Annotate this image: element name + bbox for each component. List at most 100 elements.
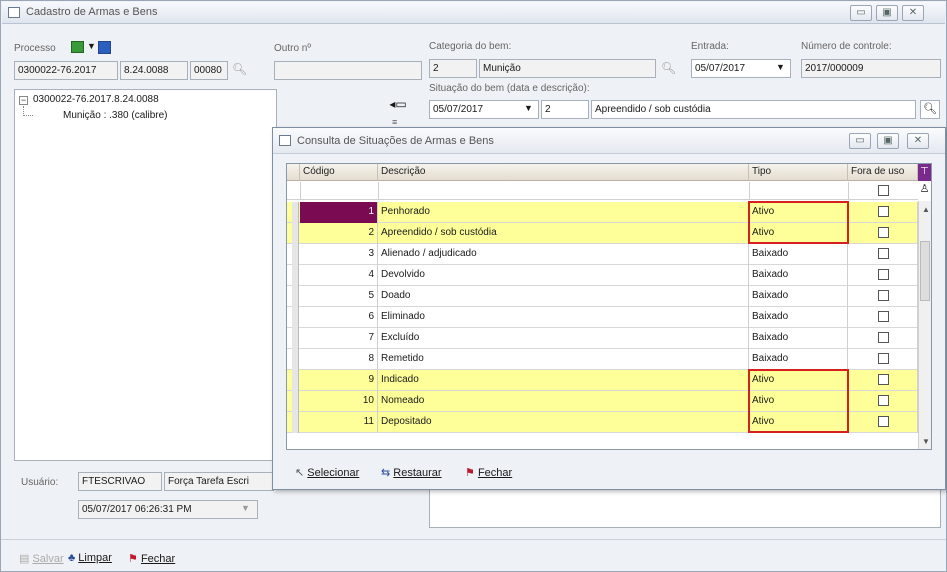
situacao-code-field[interactable]: 2 [541, 100, 589, 119]
close-button[interactable]: ✕ [902, 5, 924, 21]
fora-de-uso-checkbox[interactable] [878, 269, 889, 280]
fora-de-uso-checkbox[interactable] [878, 311, 889, 322]
cell-tipo[interactable]: Baixado [749, 286, 848, 307]
restore-button[interactable]: ⇆ Restaurar [381, 466, 442, 479]
fora-de-uso-checkbox[interactable] [878, 248, 889, 259]
cell-descricao[interactable]: Depositado [378, 412, 749, 433]
table-row[interactable]: 7 Excluído Baixado [287, 328, 918, 349]
cell-descricao[interactable]: Apreendido / sob custódia [378, 223, 749, 244]
processo-part3-field[interactable]: 00080 [190, 61, 228, 80]
cell-descricao[interactable]: Alienado / adjudicado [378, 244, 749, 265]
filter-icon[interactable]: ⊤ [918, 164, 931, 181]
cell-codigo[interactable]: 8 [300, 349, 378, 370]
header-descricao[interactable]: Descrição [378, 164, 749, 181]
cell-descricao[interactable]: Indicado [378, 370, 749, 391]
situacao-date-field[interactable]: 05/07/2017 [429, 100, 539, 119]
cell-codigo[interactable]: 4 [300, 265, 378, 286]
scroll-up-icon[interactable]: ▲ [922, 205, 930, 214]
cell-codigo[interactable]: 7 [300, 328, 378, 349]
fora-de-uso-checkbox[interactable] [878, 395, 889, 406]
scroll-down-icon[interactable]: ▼ [922, 437, 930, 446]
cell-descricao[interactable]: Devolvido [378, 265, 749, 286]
cell-codigo[interactable]: 11 [300, 412, 378, 433]
scroll-thumb[interactable] [920, 241, 930, 301]
clear-button[interactable]: ♣ Limpar [68, 552, 112, 564]
cell-descricao[interactable]: Excluído [378, 328, 749, 349]
list-icon[interactable]: ≡ [392, 117, 397, 127]
dropdown-arrow-icon[interactable]: ▼ [87, 41, 96, 51]
row-selector[interactable] [292, 307, 299, 328]
situacao-date-dropdown-icon[interactable]: ▼ [524, 103, 533, 113]
situacao-desc-field[interactable]: Apreendido / sob custódia [591, 100, 916, 119]
fora-de-uso-checkbox[interactable] [878, 290, 889, 301]
cell-descricao[interactable]: Nomeado [378, 391, 749, 412]
save-button[interactable]: ▤ Salvar [19, 552, 64, 565]
table-row[interactable]: 3 Alienado / adjudicado Baixado [287, 244, 918, 265]
pin-icon[interactable]: ♙ [918, 182, 931, 200]
row-selector[interactable] [292, 328, 299, 349]
dialog-close-button[interactable]: ✕ [907, 133, 929, 149]
fora-de-uso-checkbox[interactable] [878, 353, 889, 364]
table-row[interactable]: 4 Devolvido Baixado [287, 265, 918, 286]
cell-codigo[interactable]: 10 [300, 391, 378, 412]
row-selector[interactable] [292, 244, 299, 265]
row-selector[interactable] [292, 265, 299, 286]
row-selector[interactable] [292, 370, 299, 391]
cell-tipo[interactable]: Baixado [749, 265, 848, 286]
dialog-minimize-button[interactable]: ▭ [849, 133, 871, 149]
processo-part2-field[interactable]: 8.24.0088 [120, 61, 188, 80]
collapse-icon[interactable]: − [19, 96, 28, 105]
tree-view-icon[interactable] [71, 41, 84, 53]
row-selector[interactable] [292, 286, 299, 307]
header-tipo[interactable]: Tipo [749, 164, 848, 181]
dialog-maximize-button[interactable]: ▣ [877, 133, 899, 149]
cell-codigo[interactable]: 1 [300, 202, 378, 223]
fora-de-uso-checkbox[interactable] [878, 332, 889, 343]
chevron-down-icon[interactable]: ▼ [776, 62, 785, 72]
row-selector[interactable] [292, 412, 299, 433]
cell-codigo[interactable]: 9 [300, 370, 378, 391]
cell-descricao[interactable]: Doado [378, 286, 749, 307]
cell-descricao[interactable]: Remetido [378, 349, 749, 370]
cell-codigo[interactable]: 2 [300, 223, 378, 244]
table-row[interactable]: 8 Remetido Baixado [287, 349, 918, 370]
row-selector[interactable] [292, 391, 299, 412]
cell-codigo[interactable]: 5 [300, 286, 378, 307]
select-button[interactable]: ↖ Selecionar [295, 466, 359, 479]
maximize-button[interactable]: ▣ [876, 5, 898, 21]
cell-codigo[interactable]: 3 [300, 244, 378, 265]
fora-de-uso-checkbox[interactable] [878, 374, 889, 385]
vertical-scrollbar[interactable]: ▲ ▼ [918, 201, 931, 449]
situacao-search-button[interactable]: 🔍︎ [920, 100, 940, 119]
cell-descricao[interactable]: Eliminado [378, 307, 749, 328]
cell-descricao[interactable]: Penhorado [378, 202, 749, 223]
table-row[interactable]: 5 Doado Baixado [287, 286, 918, 307]
fora-de-uso-checkbox[interactable] [878, 416, 889, 427]
outro-field[interactable] [274, 61, 422, 80]
fora-de-uso-checkbox[interactable] [878, 206, 889, 217]
tree-child-node[interactable]: Munição : .380 (calibre) [63, 110, 168, 121]
close-main-button[interactable]: ⚑ Fechar [128, 552, 175, 565]
header-codigo[interactable]: Código [300, 164, 378, 181]
categoria-code-field[interactable]: 2 [429, 59, 477, 78]
info-icon[interactable] [98, 41, 111, 54]
cell-tipo[interactable]: Baixado [749, 244, 848, 265]
cell-tipo[interactable]: Baixado [749, 307, 848, 328]
categoria-name-field[interactable]: Munição [479, 59, 656, 78]
usuario-date-dropdown-icon[interactable]: ▼ [241, 503, 250, 513]
processo-number-field[interactable]: 0300022-76.2017 [14, 61, 118, 80]
header-fora-de-uso[interactable]: Fora de uso [848, 164, 918, 181]
cell-tipo[interactable]: Baixado [749, 349, 848, 370]
table-row[interactable]: 6 Eliminado Baixado [287, 307, 918, 328]
row-selector[interactable] [292, 202, 299, 223]
fora-de-uso-checkbox[interactable] [878, 227, 889, 238]
row-selector[interactable] [292, 223, 299, 244]
cell-tipo[interactable]: Baixado [749, 328, 848, 349]
minimize-button[interactable]: ▭ [850, 5, 872, 21]
arrow-left-icon[interactable]: ◂▭ [388, 97, 408, 113]
categoria-search-icon[interactable]: 🔍︎ [661, 61, 676, 75]
tree-root-node[interactable]: 0300022-76.2017.8.24.0088 [33, 94, 159, 105]
dialog-close-toolbar-button[interactable]: ⚑ Fechar [465, 466, 512, 479]
search-icon[interactable]: 🔍︎ [232, 62, 247, 76]
cell-codigo[interactable]: 6 [300, 307, 378, 328]
